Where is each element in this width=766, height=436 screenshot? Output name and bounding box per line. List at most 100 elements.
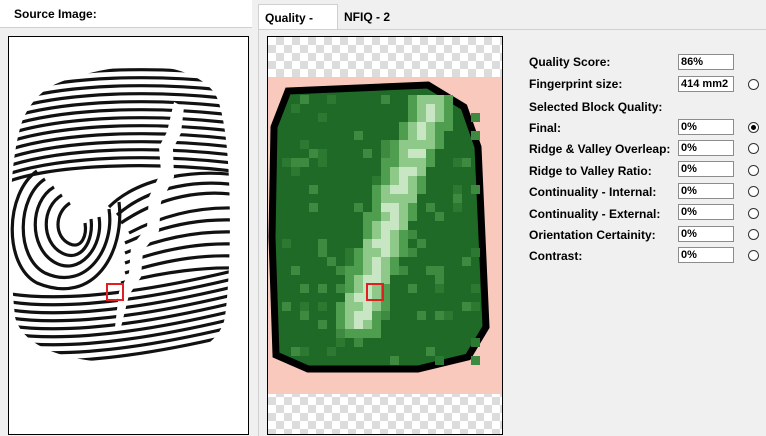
quality-block — [417, 113, 426, 122]
quality-block — [381, 158, 390, 167]
quality-block — [381, 275, 390, 284]
quality-map-image[interactable] — [268, 37, 502, 434]
quality-block — [399, 266, 408, 275]
quality-block — [381, 149, 390, 158]
quality-block — [390, 203, 399, 212]
quality-block — [390, 194, 399, 203]
quality-block — [381, 176, 390, 185]
quality-block — [417, 176, 426, 185]
quality-block — [381, 140, 390, 149]
quality-block — [408, 113, 417, 122]
quality-block — [372, 212, 381, 221]
metric-final-value: 0% — [678, 119, 734, 135]
quality-block — [471, 284, 480, 293]
quality-block — [345, 320, 354, 329]
fingerprint-size-radio[interactable] — [748, 79, 759, 90]
quality-block — [291, 104, 300, 113]
quality-block — [372, 275, 381, 284]
quality-block — [390, 356, 399, 365]
quality-block — [300, 140, 309, 149]
quality-block — [435, 95, 444, 104]
quality-block — [381, 248, 390, 257]
metric-contrast-radio[interactable] — [748, 250, 759, 261]
quality-block — [372, 320, 381, 329]
quality-block — [282, 158, 291, 167]
source-image-panel[interactable] — [8, 36, 249, 435]
quality-block — [399, 149, 408, 158]
quality-block — [318, 284, 327, 293]
quality-block — [408, 104, 417, 113]
quality-block — [291, 158, 300, 167]
quality-block — [390, 176, 399, 185]
quality-block — [381, 311, 390, 320]
quality-block — [381, 302, 390, 311]
quality-block — [318, 320, 327, 329]
metric-final-label: Final: — [529, 121, 561, 135]
quality-block — [399, 131, 408, 140]
source-image-header: Source Image: — [0, 0, 252, 28]
quality-block — [435, 140, 444, 149]
quality-block — [372, 221, 381, 230]
quality-block — [363, 266, 372, 275]
quality-block — [417, 185, 426, 194]
quality-block — [318, 302, 327, 311]
quality-block — [363, 239, 372, 248]
metric-orientation-certainity-radio[interactable] — [748, 229, 759, 240]
metric-final-radio[interactable] — [748, 122, 759, 133]
quality-block — [390, 266, 399, 275]
source-image-title: Source Image: — [14, 7, 97, 21]
quality-block — [363, 149, 372, 158]
quality-block — [417, 140, 426, 149]
quality-block — [390, 257, 399, 266]
quality-block — [282, 239, 291, 248]
quality-block — [399, 167, 408, 176]
quality-block — [381, 185, 390, 194]
quality-block — [372, 329, 381, 338]
metric-ridge-valley-ratio-radio[interactable] — [748, 165, 759, 176]
quality-block — [363, 230, 372, 239]
quality-block — [318, 248, 327, 257]
quality-block — [354, 293, 363, 302]
quality-block — [381, 230, 390, 239]
quality-block — [444, 113, 453, 122]
quality-block — [462, 302, 471, 311]
quality-block — [417, 122, 426, 131]
quality-block — [327, 347, 336, 356]
quality-block — [318, 239, 327, 248]
quality-block — [345, 266, 354, 275]
quality-block — [345, 275, 354, 284]
quality-block — [381, 95, 390, 104]
quality-block — [345, 257, 354, 266]
quality-block — [354, 302, 363, 311]
quality-block — [426, 140, 435, 149]
quality-map-panel[interactable] — [267, 36, 503, 435]
metric-continuality-external-label: Continuality - External: — [529, 207, 661, 221]
quality-block — [291, 167, 300, 176]
quality-block — [471, 302, 480, 311]
quality-block — [390, 158, 399, 167]
quality-block — [471, 131, 480, 140]
quality-block — [408, 185, 417, 194]
tab-quality[interactable]: Quality - 86% — [258, 4, 338, 51]
metric-continuality-internal-radio[interactable] — [748, 186, 759, 197]
quality-block — [327, 95, 336, 104]
quality-block — [381, 257, 390, 266]
metric-ridge-valley-overleap-radio[interactable] — [748, 143, 759, 154]
quality-block — [372, 203, 381, 212]
quality-block — [381, 194, 390, 203]
metric-continuality-external-radio[interactable] — [748, 208, 759, 219]
quality-block — [435, 122, 444, 131]
quality-block — [363, 320, 372, 329]
fingerprint-size-value: 414 mm2 — [678, 76, 734, 92]
quality-block — [390, 212, 399, 221]
quality-block — [417, 167, 426, 176]
quality-block — [336, 329, 345, 338]
quality-block — [336, 338, 345, 347]
quality-block — [426, 347, 435, 356]
quality-block — [345, 329, 354, 338]
quality-block — [444, 122, 453, 131]
fingerprint-image[interactable] — [9, 37, 248, 434]
quality-block — [444, 311, 453, 320]
quality-block — [399, 122, 408, 131]
tab-nfiq[interactable]: NFIQ - 2 — [338, 4, 404, 30]
